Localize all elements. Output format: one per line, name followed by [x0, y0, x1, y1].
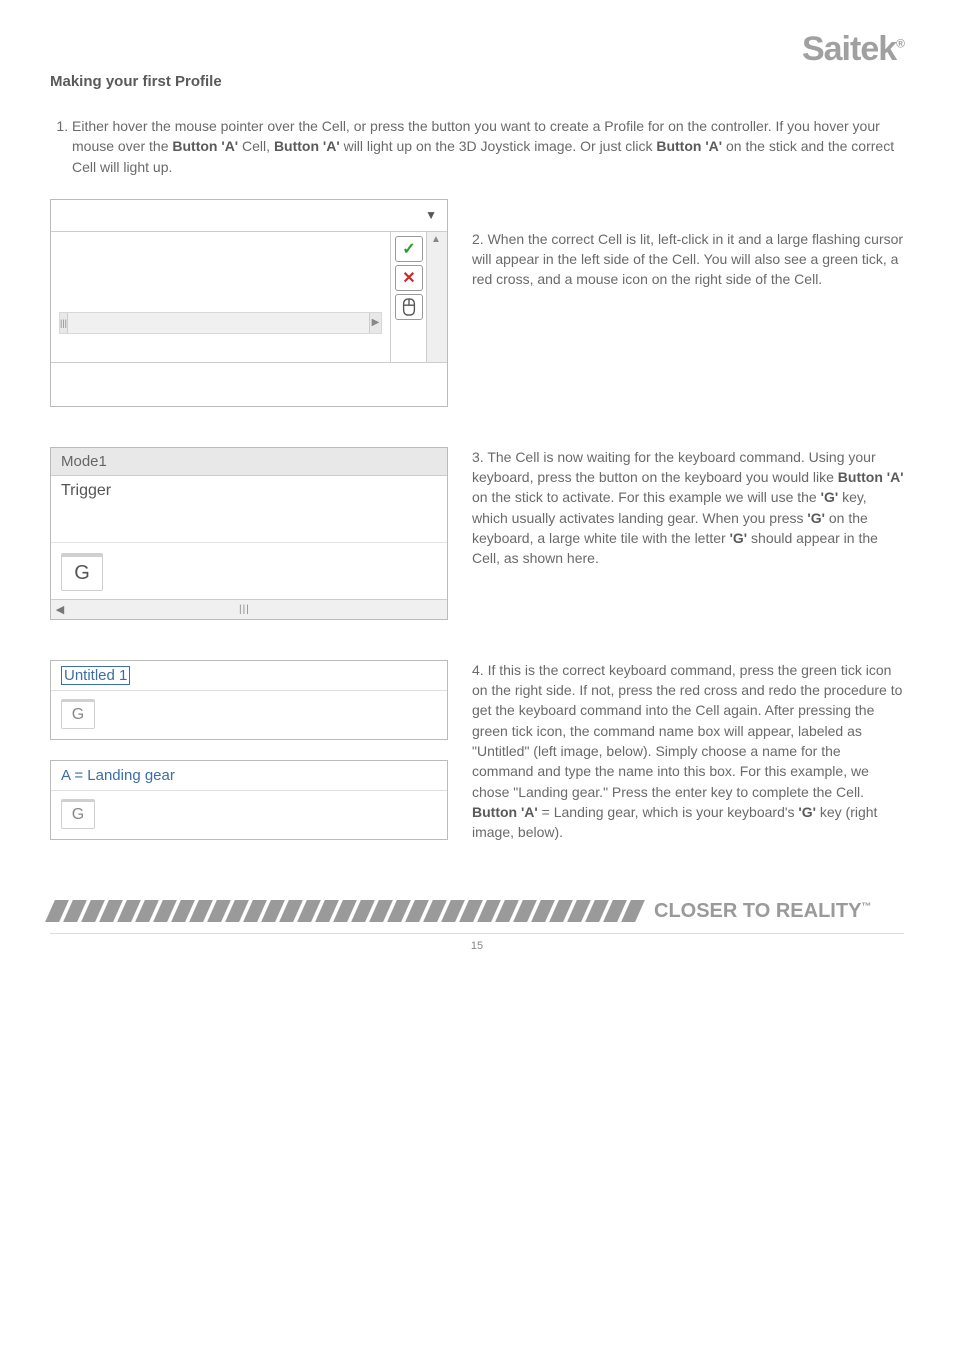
para3-g2: 'G'	[807, 510, 825, 526]
page-number: 15	[50, 933, 904, 952]
trigger-label: Trigger	[51, 476, 447, 543]
command-name-value: Untitled 1	[61, 666, 130, 685]
footer-tm: ™	[861, 901, 871, 912]
brand-logo: Saitek®	[50, 30, 904, 69]
step1-button-a-2: Button 'A'	[274, 138, 340, 154]
step1-button-a-1: Button 'A'	[172, 138, 238, 154]
paragraph-4: 4. If this is the correct keyboard comma…	[472, 660, 904, 860]
mode-header: Mode1	[51, 448, 447, 476]
scroll-arrow-right-icon: ▶	[369, 313, 381, 333]
slashes-icon	[50, 900, 644, 922]
figure-mode-panel: Mode1 Trigger G ◀ |||	[50, 447, 448, 620]
tick-icon[interactable]: ✓	[395, 236, 423, 262]
para3-b: on the stick to activate. For this examp…	[472, 489, 821, 505]
footer-slogan: CLOSER TO REALITY™	[654, 900, 871, 923]
figure-cell-panel: ||| ▶ ✓ ✕	[50, 199, 448, 407]
para4-g: 'G'	[798, 804, 816, 820]
cross-icon[interactable]: ✕	[395, 265, 423, 291]
section-title: Making your first Profile	[50, 73, 904, 90]
command-name-label: A = Landing gear	[51, 761, 447, 791]
figure1-scrollbar-horizontal[interactable]: ||| ▶	[59, 312, 382, 334]
step-1: Either hover the mouse pointer over the …	[72, 116, 904, 177]
key-tile-g: G	[61, 553, 103, 591]
figure1-scrollbar-vertical[interactable]	[427, 232, 447, 362]
scroll-arrow-left-icon: ◀	[51, 603, 69, 616]
key-tile-g-small-2: G	[61, 799, 95, 829]
figure1-dropdown[interactable]	[51, 200, 447, 232]
scroll-thumb-icon: |||	[239, 604, 250, 615]
key-tile-g-small-1: G	[61, 699, 95, 729]
para3-a: 3. The Cell is now waiting for the keybo…	[472, 449, 876, 485]
brand-text: Saitek	[802, 30, 896, 68]
brand-mark: ®	[896, 37, 904, 51]
para4-b: = Landing gear, which is your keyboard's	[542, 804, 799, 820]
key-cell[interactable]: G	[51, 543, 447, 599]
para3-button-a: Button 'A'	[838, 469, 904, 485]
figure1-cell-area[interactable]: ||| ▶	[51, 232, 391, 362]
figure1-bottom-area	[51, 362, 447, 406]
step1-text-b: Cell,	[242, 138, 274, 154]
step1-button-a-3: Button 'A'	[656, 138, 722, 154]
figure2-scrollbar[interactable]: ◀ |||	[51, 599, 447, 619]
figure-landing-gear-panel: A = Landing gear G	[50, 760, 448, 840]
footer-slogan-text: CLOSER TO REALITY	[654, 900, 861, 922]
paragraph-3: 3. The Cell is now waiting for the keybo…	[472, 447, 904, 620]
figure-untitled-panel: Untitled 1 G	[50, 660, 448, 740]
scroll-handle-left-icon: |||	[60, 313, 68, 333]
para4-a: 4. If this is the correct keyboard comma…	[472, 662, 902, 800]
mouse-icon[interactable]	[395, 294, 423, 320]
paragraph-2: 2. When the correct Cell is lit, left-cl…	[472, 199, 904, 407]
para3-g1: 'G'	[821, 489, 839, 505]
para4-button-a: Button 'A'	[472, 804, 538, 820]
step1-text-c: will light up on the 3D Joystick image. …	[344, 138, 657, 154]
para3-g3: 'G'	[730, 530, 748, 546]
command-name-input[interactable]: Untitled 1	[51, 661, 447, 691]
footer: CLOSER TO REALITY™	[50, 900, 904, 923]
